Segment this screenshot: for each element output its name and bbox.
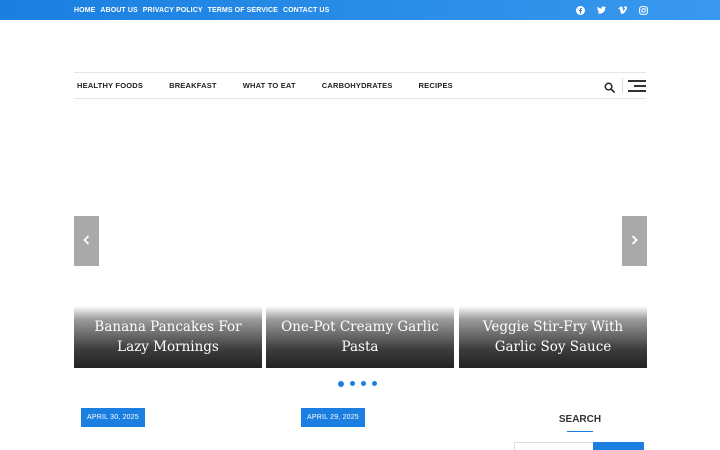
nav-items: HEALTHY FOODS BREAKFAST WHAT TO EAT CARB… [77, 73, 479, 98]
search-icon[interactable] [604, 80, 615, 93]
nav-item-recipes[interactable]: RECIPES [419, 81, 453, 90]
top-link-privacy[interactable]: PRIVACY POLICY [143, 7, 203, 14]
nav-item-what-to-eat[interactable]: WHAT TO EAT [243, 81, 296, 90]
main-nav: HEALTHY FOODS BREAKFAST WHAT TO EAT CARB… [74, 72, 646, 99]
facebook-icon[interactable] [576, 5, 585, 15]
search-widget-title: SEARCH [558, 414, 602, 425]
slider-next-button[interactable] [622, 216, 647, 266]
nav-item-healthy-foods[interactable]: HEALTHY FOODS [77, 81, 143, 90]
slider-prev-button[interactable] [74, 216, 99, 266]
search-input[interactable] [514, 442, 593, 450]
chevron-left-icon [83, 232, 90, 250]
post-date-badge[interactable]: APRIL 29, 2025 [301, 408, 365, 427]
vimeo-icon[interactable] [618, 6, 627, 15]
search-button[interactable] [593, 442, 644, 450]
slider-dots [338, 380, 377, 387]
slide-card[interactable]: Banana Pancakes For Lazy Mornings [74, 306, 262, 368]
top-links: HOME ABOUT US PRIVACY POLICY TERMS OF SE… [74, 0, 334, 20]
widget-title-underline [567, 431, 593, 432]
slider-dot[interactable] [372, 381, 377, 386]
instagram-icon[interactable] [639, 5, 648, 15]
slide-title[interactable]: Veggie Stir-Fry With Garlic Soy Sauce [459, 317, 647, 357]
nav-item-breakfast[interactable]: BREAKFAST [169, 81, 217, 90]
slide-card[interactable]: Veggie Stir-Fry With Garlic Soy Sauce [459, 306, 647, 368]
slide-title[interactable]: Banana Pancakes For Lazy Mornings [74, 317, 262, 357]
top-link-terms[interactable]: TERMS OF SERVICE [208, 7, 278, 14]
slider-dot[interactable] [338, 380, 344, 387]
social-links [576, 0, 648, 20]
slider-dot[interactable] [350, 381, 355, 386]
top-link-contact[interactable]: CONTACT US [283, 7, 329, 14]
top-bar: HOME ABOUT US PRIVACY POLICY TERMS OF SE… [0, 0, 720, 20]
top-link-home[interactable]: HOME [74, 7, 95, 14]
menu-icon[interactable] [628, 80, 646, 92]
twitter-icon[interactable] [597, 6, 606, 15]
slide-title[interactable]: One-Pot Creamy Garlic Pasta [266, 317, 454, 357]
nav-item-carbohydrates[interactable]: CARBOHYDRATES [322, 81, 393, 90]
slide-card[interactable]: One-Pot Creamy Garlic Pasta [266, 306, 454, 368]
nav-divider [622, 78, 623, 93]
post-date-badge[interactable]: APRIL 30, 2025 [81, 408, 145, 427]
top-link-about[interactable]: ABOUT US [100, 7, 137, 14]
slider-dot[interactable] [361, 381, 366, 386]
chevron-right-icon [631, 232, 638, 250]
